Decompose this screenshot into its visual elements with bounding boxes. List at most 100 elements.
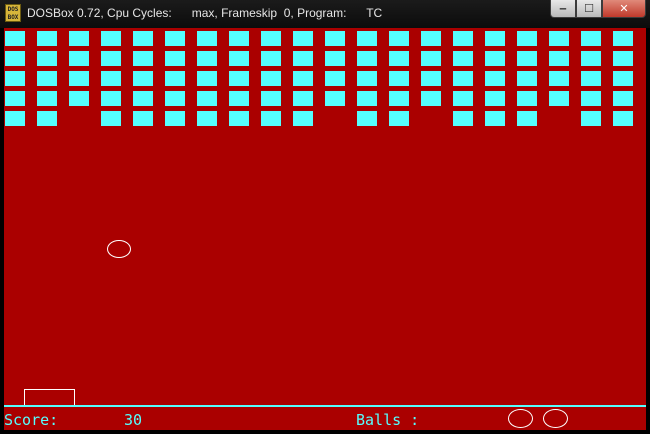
brick-wall (4, 28, 646, 128)
brick (5, 71, 25, 86)
status-bar: Score: 30 Balls : (4, 405, 646, 430)
brick (101, 111, 121, 126)
window-titlebar[interactable]: DOS BOX DOSBox 0.72, Cpu Cycles: max, Fr… (0, 0, 650, 28)
minimize-button[interactable]: ‒ (550, 0, 576, 18)
brick (229, 51, 249, 66)
brick (325, 51, 345, 66)
brick (581, 31, 601, 46)
brick (37, 71, 57, 86)
brick (293, 31, 313, 46)
brick (101, 71, 121, 86)
brick (581, 71, 601, 86)
brick (453, 71, 473, 86)
brick (453, 31, 473, 46)
brick (37, 111, 57, 126)
brick (613, 51, 633, 66)
balls-label: Balls : (356, 411, 420, 429)
brick (517, 111, 537, 126)
brick (421, 31, 441, 46)
brick (517, 51, 537, 66)
brick (69, 91, 89, 106)
brick (581, 51, 601, 66)
maximize-button[interactable]: ☐ (576, 0, 602, 18)
icon-text-top: DOS (7, 6, 19, 13)
brick (421, 91, 441, 106)
brick (165, 31, 185, 46)
brick (325, 31, 345, 46)
brick (485, 51, 505, 66)
brick (133, 31, 153, 46)
remaining-ball-icon (508, 409, 533, 428)
brick (485, 111, 505, 126)
remaining-ball-icon (543, 409, 568, 428)
brick (197, 31, 217, 46)
brick (261, 111, 281, 126)
brick (389, 51, 409, 66)
brick (357, 71, 377, 86)
window-controls: ‒ ☐ ✕ (550, 0, 646, 20)
brick (69, 51, 89, 66)
brick (133, 91, 153, 106)
brick (485, 91, 505, 106)
brick (293, 111, 313, 126)
brick (37, 91, 57, 106)
brick (229, 31, 249, 46)
brick (69, 71, 89, 86)
brick (165, 71, 185, 86)
brick (325, 91, 345, 106)
brick (101, 51, 121, 66)
brick (421, 51, 441, 66)
brick (453, 51, 473, 66)
brick (613, 111, 633, 126)
brick (389, 111, 409, 126)
brick (5, 31, 25, 46)
brick (453, 111, 473, 126)
brick (517, 91, 537, 106)
brick (389, 71, 409, 86)
brick (37, 51, 57, 66)
brick (581, 111, 601, 126)
brick (357, 51, 377, 66)
brick (389, 31, 409, 46)
brick (389, 91, 409, 106)
brick (165, 111, 185, 126)
brick (165, 91, 185, 106)
ball (107, 240, 131, 258)
brick (229, 91, 249, 106)
brick (261, 31, 281, 46)
brick (133, 71, 153, 86)
brick (485, 31, 505, 46)
brick (357, 111, 377, 126)
dosbox-app-icon[interactable]: DOS BOX (5, 4, 21, 22)
game-playfield[interactable]: Score: 30 Balls : (4, 28, 646, 430)
brick (517, 31, 537, 46)
brick (325, 71, 345, 86)
brick (197, 91, 217, 106)
brick (261, 91, 281, 106)
brick (293, 71, 313, 86)
brick (5, 91, 25, 106)
brick (549, 51, 569, 66)
brick (197, 51, 217, 66)
brick (517, 71, 537, 86)
score-label: Score: (4, 411, 59, 429)
brick (293, 91, 313, 106)
brick (453, 91, 473, 106)
brick (5, 111, 25, 126)
brick (101, 31, 121, 46)
paddle[interactable] (24, 389, 75, 405)
brick (549, 91, 569, 106)
brick (69, 31, 89, 46)
brick (613, 31, 633, 46)
brick (101, 91, 121, 106)
brick (581, 91, 601, 106)
brick (229, 111, 249, 126)
brick (613, 91, 633, 106)
brick (229, 71, 249, 86)
brick (165, 51, 185, 66)
brick (197, 71, 217, 86)
brick (485, 71, 505, 86)
close-button[interactable]: ✕ (602, 0, 646, 18)
brick (293, 51, 313, 66)
brick (549, 31, 569, 46)
